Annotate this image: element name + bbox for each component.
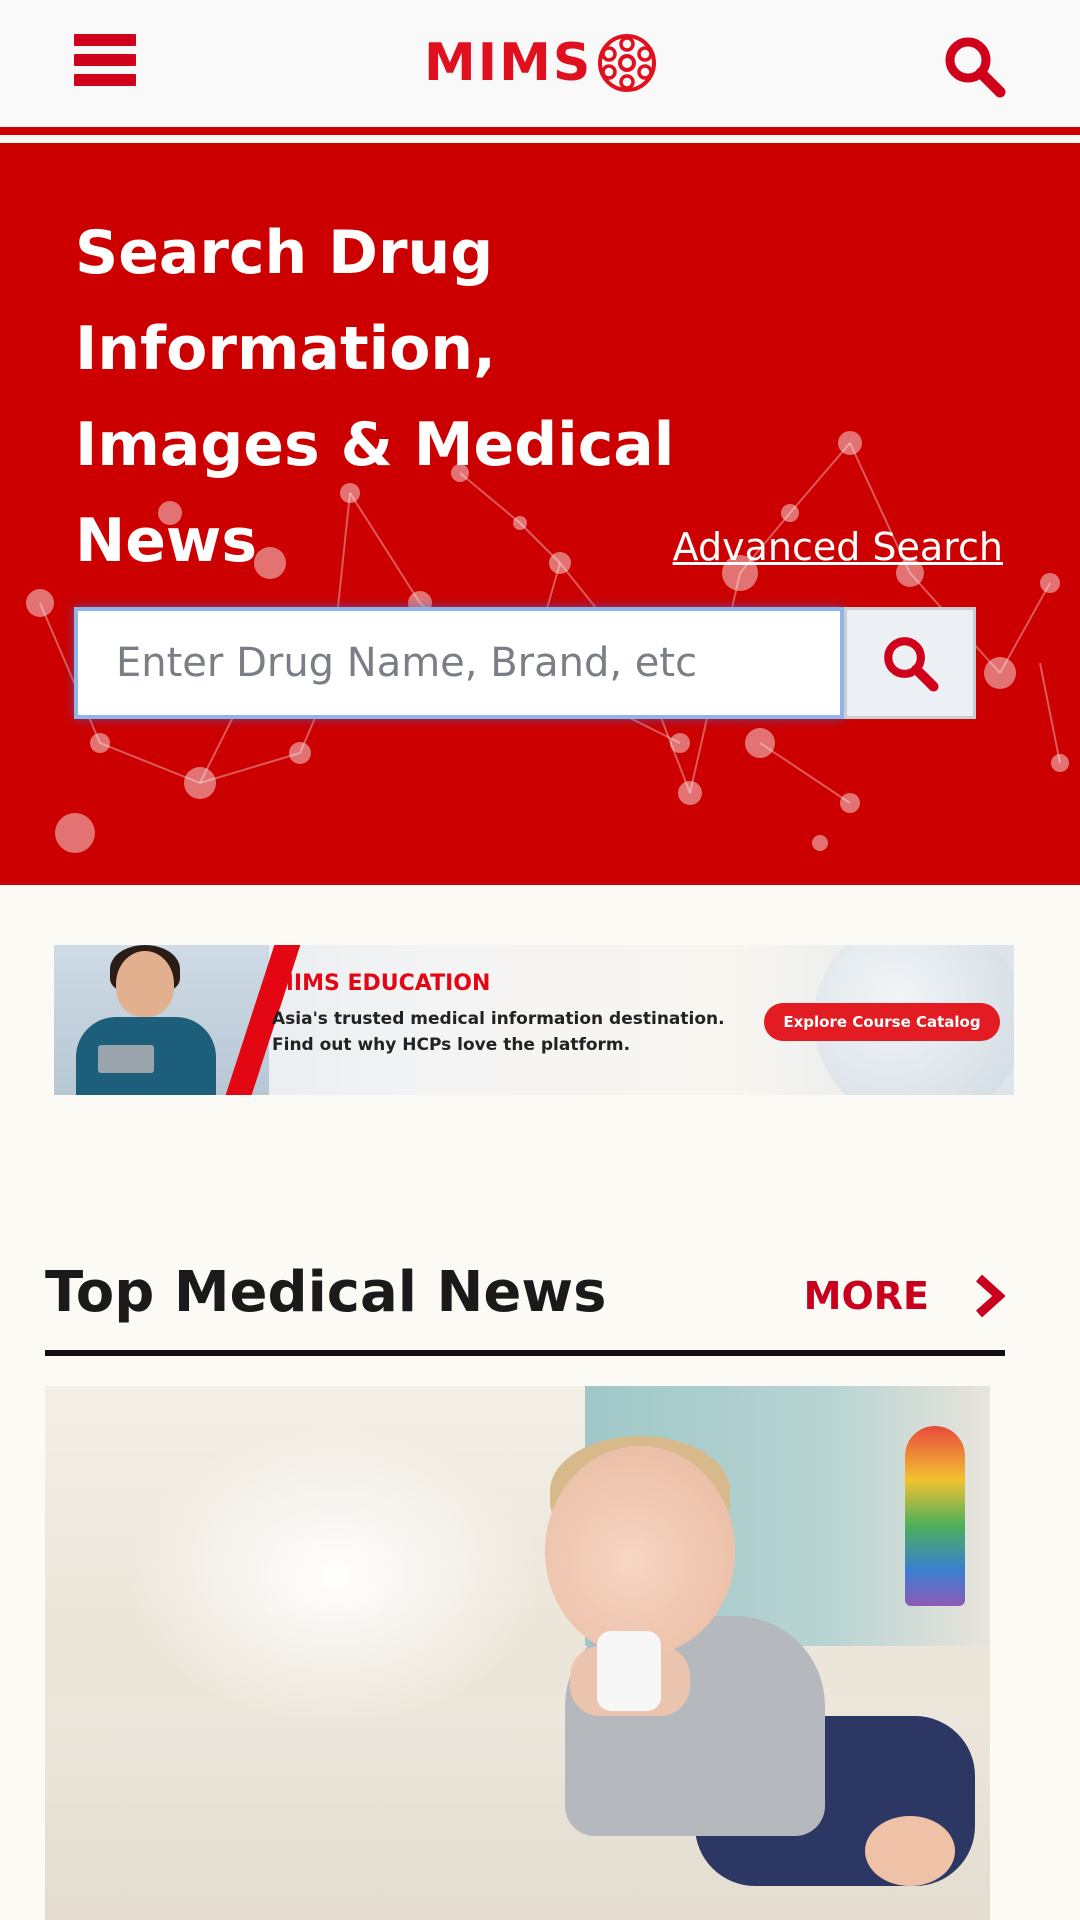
logo-text: MIMS xyxy=(424,33,593,93)
pill-bottle xyxy=(597,1631,661,1711)
more-news-link[interactable]: MORE xyxy=(804,1274,1005,1318)
banner-brand: MIMS EDUCATION xyxy=(272,971,491,996)
banner-tagline: Asia's trusted medical information desti… xyxy=(272,1009,725,1029)
hero-search-section: Search Drug Information, Images & Medica… xyxy=(0,143,1080,885)
stacking-toy xyxy=(905,1426,965,1606)
chevron-right-icon xyxy=(975,1274,1005,1318)
baby-figure xyxy=(545,1446,735,1656)
header-search-button[interactable] xyxy=(942,34,1006,98)
drug-search-input[interactable] xyxy=(74,607,844,719)
hero-title: Search Drug Information, Images & Medica… xyxy=(75,218,675,576)
news-article-image[interactable] xyxy=(45,1386,990,1920)
section-title: Top Medical News xyxy=(45,1260,607,1325)
advanced-search-link[interactable]: Advanced Search xyxy=(673,525,1003,569)
mims-globe-logo-icon xyxy=(598,34,657,92)
mims-education-banner[interactable]: MIMS EDUCATION Asia's trusted medical in… xyxy=(54,945,1014,1095)
drug-search-form xyxy=(74,607,976,719)
search-icon xyxy=(945,37,1006,98)
banner-subtagline: Find out why HCPs love the platform. xyxy=(272,1035,631,1055)
explore-course-catalog-button[interactable]: Explore Course Catalog xyxy=(764,1003,1000,1041)
hamburger-menu-icon[interactable] xyxy=(74,34,138,96)
more-label: MORE xyxy=(803,1274,929,1318)
search-icon xyxy=(884,637,939,692)
top-medical-news-header: Top Medical News MORE xyxy=(45,1250,1005,1356)
mims-logo[interactable]: MIMS xyxy=(424,30,658,96)
drug-search-submit-button[interactable] xyxy=(844,607,976,719)
app-header: MIMS xyxy=(0,0,1080,135)
